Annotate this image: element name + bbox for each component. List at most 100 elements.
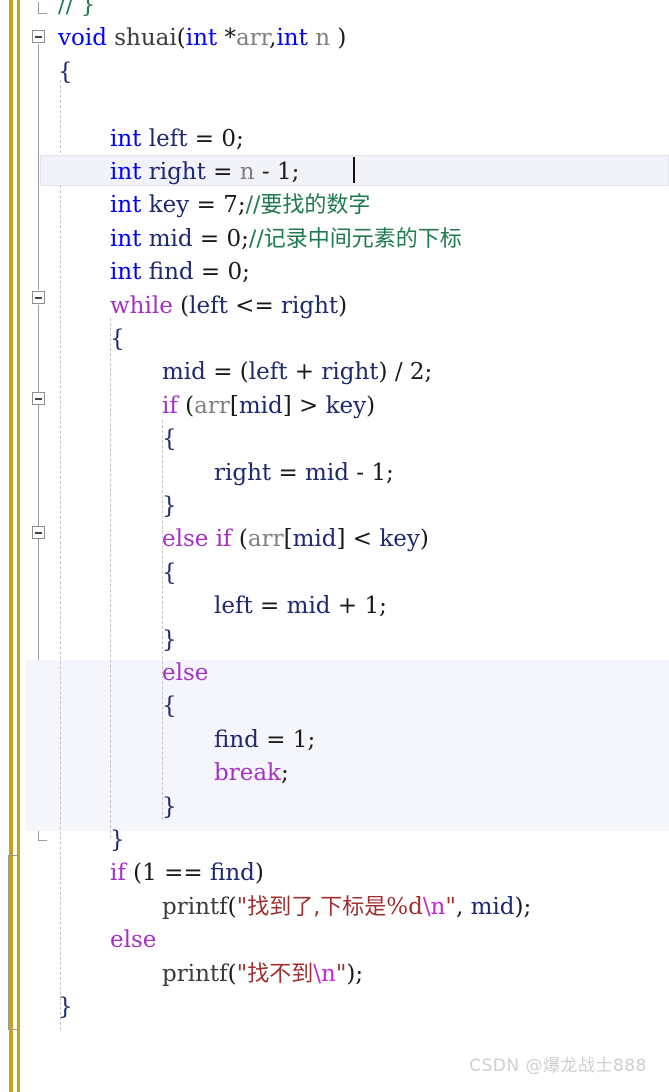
change-bar-secondary: [17, 0, 20, 1092]
code-line[interactable]: {: [52, 557, 669, 590]
code-line[interactable]: while (left <= right): [52, 290, 669, 323]
code-line[interactable]: mid = (left + right) / 2;: [52, 356, 669, 389]
code-token: ;: [241, 225, 249, 252]
code-line[interactable]: if (1 == find): [52, 857, 669, 890]
code-token: int: [110, 125, 142, 152]
fold-toggle-if[interactable]: [32, 392, 45, 405]
code-token: {: [58, 58, 73, 85]
code-token: (: [176, 25, 186, 52]
code-token: 找到了,下标是: [247, 894, 387, 920]
code-line[interactable]: {: [52, 323, 669, 356]
code-line[interactable]: int mid = 0;//记录中间元素的下标: [52, 223, 669, 256]
code-token: (: [227, 960, 237, 987]
fold-toggle-function[interactable]: [32, 30, 45, 43]
code-token: mid: [238, 392, 283, 419]
code-token: ": [445, 893, 456, 920]
code-token: 1: [277, 159, 292, 185]
code-line[interactable]: int right = n - 1;: [52, 156, 669, 189]
code-token: while: [110, 292, 173, 319]
code-token: [: [229, 392, 239, 419]
code-line[interactable]: {: [52, 423, 669, 456]
code-token: int: [276, 25, 308, 52]
code-token: n: [239, 159, 255, 185]
fold-toggle-else-if[interactable]: [32, 526, 45, 539]
code-token: [: [283, 526, 293, 553]
code-token: =: [205, 159, 240, 185]
code-token: int: [110, 192, 142, 219]
code-token: //记录中间元素的下标: [248, 226, 462, 252]
code-token: else: [162, 526, 209, 553]
code-token: ;: [237, 192, 246, 219]
code-line[interactable]: else: [52, 924, 669, 957]
code-token: {: [162, 693, 177, 720]
code-line[interactable]: }: [52, 824, 669, 857]
code-token: arr: [247, 526, 284, 553]
code-editor[interactable]: // } void shuai(int *arr,int n ){int left…: [0, 0, 669, 1092]
code-line[interactable]: int key = 7;//要找的数字: [52, 189, 669, 222]
code-surface[interactable]: // } void shuai(int *arr,int n ){int left…: [8, 0, 669, 1092]
fold-corner-top: [38, 13, 47, 14]
code-line[interactable]: if (arr[mid] > key): [52, 390, 669, 423]
code-token: shuai: [114, 25, 177, 52]
code-line[interactable]: {: [52, 690, 669, 723]
code-token: }: [162, 493, 177, 519]
code-line[interactable]: int find = 0;: [52, 256, 669, 289]
code-line[interactable]: [52, 89, 669, 122]
code-token: {: [162, 426, 177, 453]
code-token: left: [214, 593, 253, 620]
code-token: n: [315, 25, 331, 52]
code-line[interactable]: else: [52, 657, 669, 690]
code-line[interactable]: }: [52, 624, 669, 657]
code-token: =: [187, 125, 222, 152]
code-line[interactable]: find = 1;: [52, 724, 669, 757]
code-token: if: [162, 392, 178, 419]
code-token: (: [227, 893, 237, 920]
code-token: ": [236, 960, 248, 987]
code-line[interactable]: }: [52, 791, 669, 824]
code-line[interactable]: void shuai(int *arr,int n ): [52, 22, 669, 55]
code-line[interactable]: {: [52, 56, 669, 89]
code-line[interactable]: }: [52, 991, 669, 1024]
code-token: ] >: [282, 392, 326, 419]
code-token: if: [110, 860, 126, 887]
code-token: // }: [58, 0, 96, 18]
code-token: right: [148, 159, 206, 185]
code-token: 2: [409, 359, 425, 386]
code-token: +: [287, 359, 322, 386]
code-token: arr: [194, 392, 230, 419]
code-token: mid: [148, 225, 193, 252]
code-token: 1: [292, 726, 308, 753]
code-token: right: [281, 292, 339, 319]
code-line[interactable]: else if (arr[mid] < key): [52, 523, 669, 556]
code-line[interactable]: int left = 0;: [52, 123, 669, 156]
code-line[interactable]: left = mid + 1;: [52, 590, 669, 623]
fold-line-function: [38, 44, 39, 290]
code-token: else: [162, 660, 209, 686]
fold-line-function-tail: [8, 855, 9, 1030]
code-token: ;: [291, 159, 300, 185]
code-token: =: [271, 459, 306, 486]
fold-toggle-while[interactable]: [32, 291, 45, 304]
fold-line-top: [38, 2, 39, 14]
code-line[interactable]: break;: [52, 757, 669, 790]
code-line[interactable]: }: [52, 490, 669, 523]
code-line[interactable]: printf("找到了,下标是%d\n", mid);: [52, 891, 669, 924]
code-line[interactable]: // }: [52, 0, 669, 22]
code-token: <=: [227, 292, 282, 319]
code-token: key: [148, 192, 190, 219]
code-token: mid: [292, 526, 337, 553]
code-line[interactable]: right = mid - 1;: [52, 457, 669, 490]
code-line[interactable]: printf("找不到\n");: [52, 958, 669, 991]
code-token: int: [110, 259, 142, 286]
code-token: (: [172, 292, 190, 319]
